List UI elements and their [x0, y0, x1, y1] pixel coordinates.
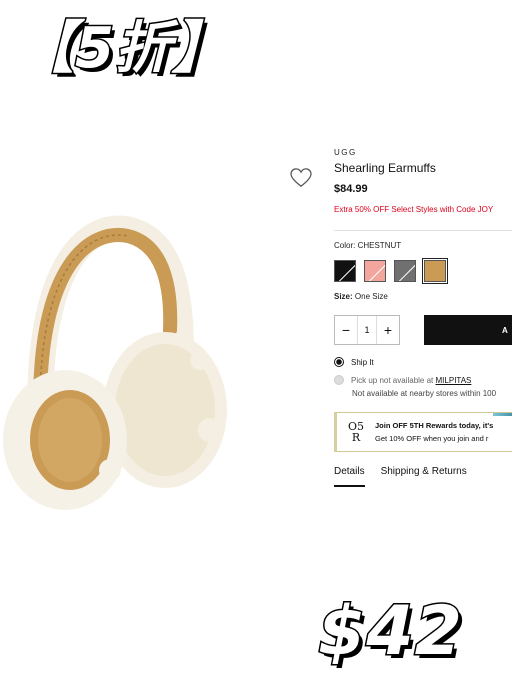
add-to-bag-button[interactable]: A — [424, 315, 512, 345]
pickup-option: Pick up not available at MILPITAS — [334, 375, 512, 385]
swatch-black[interactable] — [334, 260, 356, 282]
heart-outline-icon[interactable] — [290, 168, 312, 188]
ship-option[interactable]: Ship It — [334, 357, 512, 367]
color-label: Color: — [334, 241, 356, 250]
nearby-stores-note: Not available at nearby stores within 10… — [352, 389, 497, 398]
swatch-grey[interactable] — [394, 260, 416, 282]
promo-message: Extra 50% OFF Select Styles with Code JO… — [334, 205, 494, 214]
size-value: One Size — [354, 292, 388, 301]
color-swatches — [334, 258, 512, 284]
rewards-stripe — [493, 413, 512, 416]
pickup-radio — [334, 375, 344, 385]
ship-label: Ship It — [351, 357, 374, 367]
quantity-value[interactable]: 1 — [357, 316, 377, 344]
rewards-text: Join OFF 5TH Rewards today, it's Get 10%… — [375, 419, 493, 445]
swatch-chestnut[interactable] — [422, 258, 448, 284]
rewards-headline: Join OFF 5TH Rewards today, it's — [375, 421, 494, 430]
color-value: CHESTNUT — [357, 241, 402, 250]
sale-price-sticker: $42 — [317, 591, 464, 673]
quantity-stepper: − 1 + — [334, 315, 400, 345]
swatch-pink[interactable] — [364, 260, 386, 282]
color-label-row: Color: CHESTNUT — [334, 241, 512, 250]
info-tabs: Details Shipping & Returns — [334, 466, 512, 487]
product-price: $84.99 — [334, 183, 368, 195]
ship-radio[interactable] — [334, 357, 344, 367]
size-label: Size: — [334, 292, 353, 301]
pickup-store-link[interactable]: MILPITAS — [436, 376, 472, 385]
decrease-quantity-button[interactable]: − — [335, 316, 357, 344]
size-label-row: Size: One Size — [334, 292, 512, 301]
product-name: Shearling Earmuffs — [334, 161, 436, 175]
product-brand[interactable]: UGG — [334, 148, 512, 157]
pickup-text: Pick up not available at — [351, 375, 434, 385]
tab-details[interactable]: Details — [334, 466, 365, 487]
product-image — [3, 215, 227, 510]
divider — [334, 230, 512, 231]
buy-row: − 1 + A — [334, 315, 512, 345]
rewards-logo: O5 R — [337, 421, 375, 443]
rewards-banner[interactable]: O5 R Join OFF 5TH Rewards today, it's Ge… — [334, 412, 512, 452]
discount-sticker: 【5折】 — [17, 15, 230, 83]
rewards-subline: Get 10% OFF when you join and r — [375, 434, 489, 443]
product-detail-panel: UGG Shearling Earmuffs $84.99 Extra 50% … — [334, 148, 512, 487]
tab-shipping-returns[interactable]: Shipping & Returns — [381, 466, 467, 487]
rewards-logo-line2: R — [351, 431, 361, 444]
increase-quantity-button[interactable]: + — [377, 316, 399, 344]
